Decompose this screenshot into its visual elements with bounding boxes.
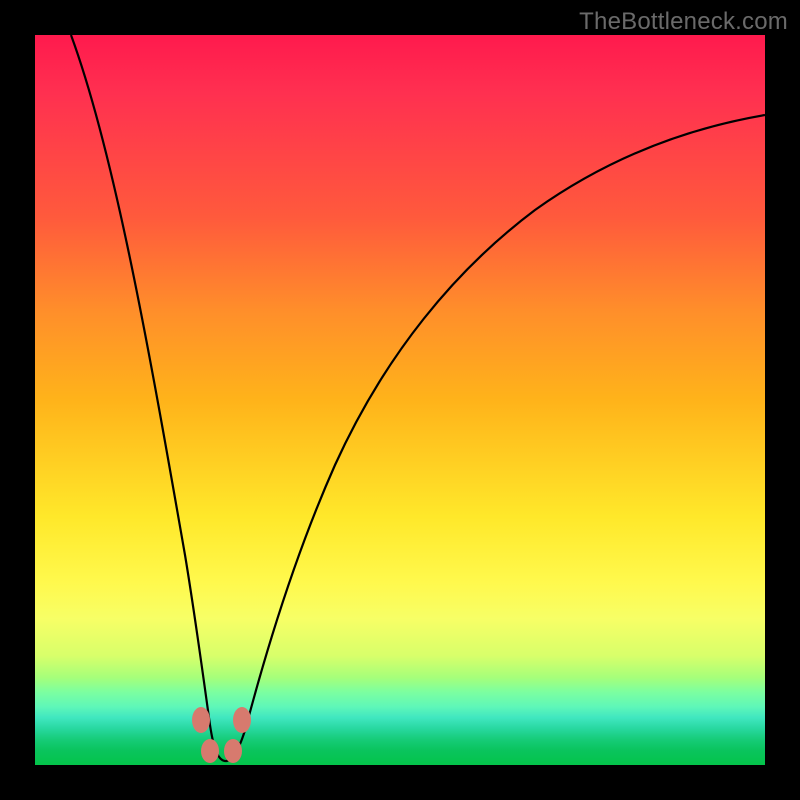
marker-right-upper xyxy=(233,707,251,733)
bottleneck-curve xyxy=(71,35,765,761)
marker-left-upper xyxy=(192,707,210,733)
marker-right-lower xyxy=(224,739,242,763)
curve-svg xyxy=(35,35,765,765)
marker-left-lower xyxy=(201,739,219,763)
plot-area xyxy=(35,35,765,765)
watermark-text: TheBottleneck.com xyxy=(579,8,788,36)
